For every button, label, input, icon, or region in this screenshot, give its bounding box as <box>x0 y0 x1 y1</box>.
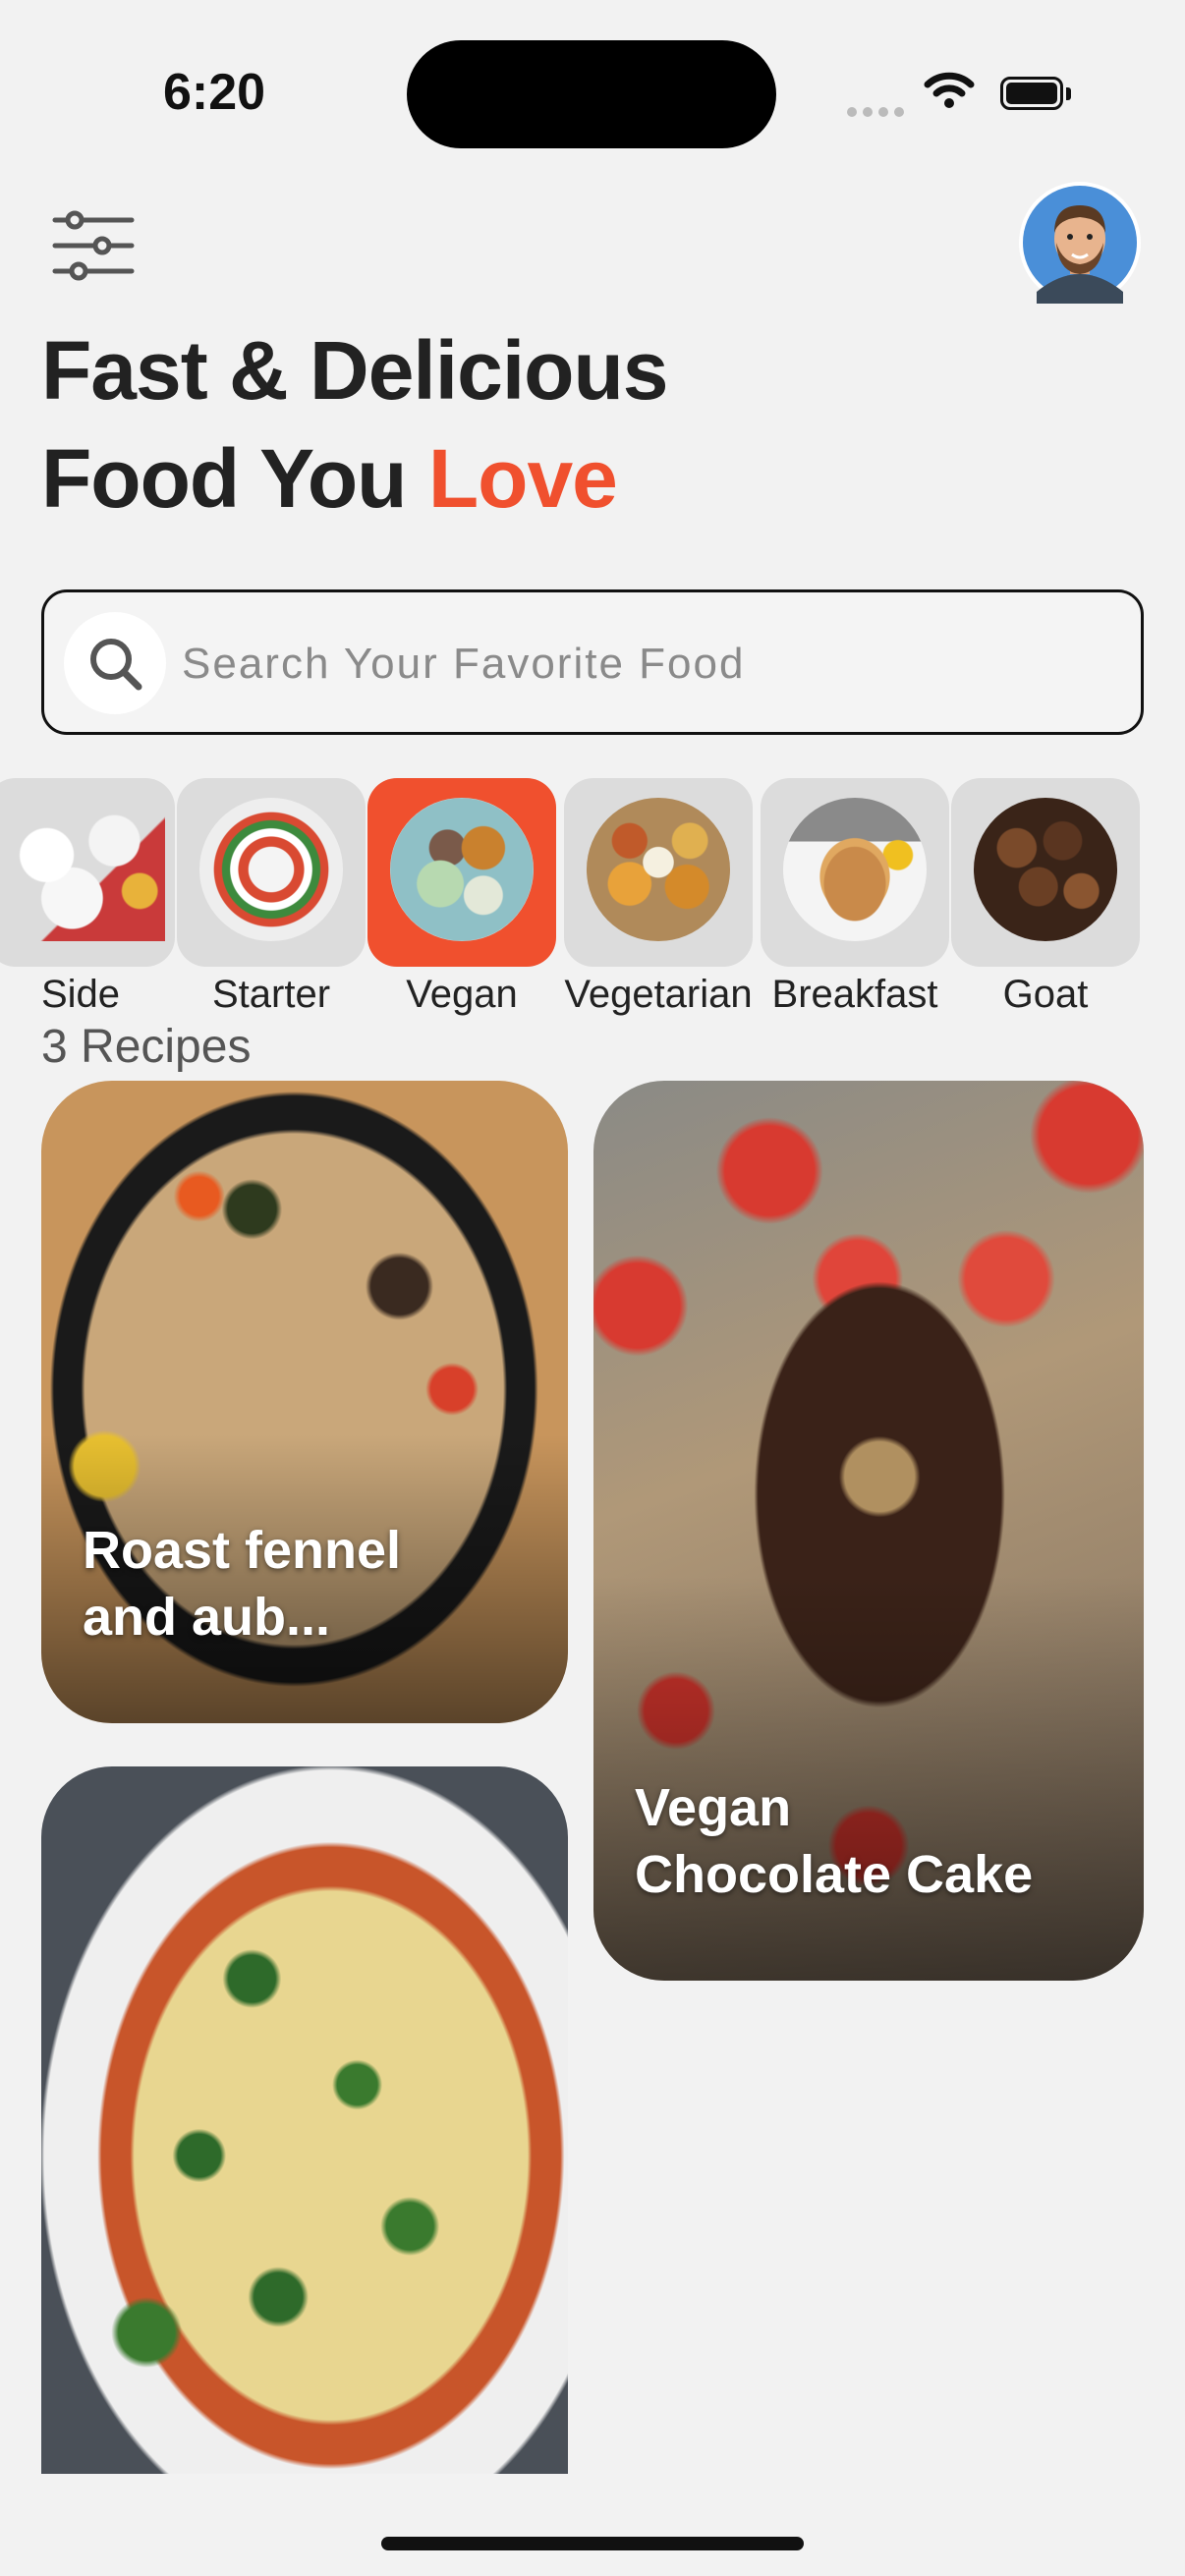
vegetarian-dish-image <box>587 798 730 941</box>
signal-dots-icon <box>847 104 910 122</box>
recipe-count: 3 Recipes <box>41 1021 252 1073</box>
profile-avatar[interactable] <box>1019 182 1141 304</box>
side-dish-image <box>0 798 165 941</box>
category-label: Goat <box>1002 973 1089 1016</box>
search-input[interactable] <box>180 622 1117 706</box>
category-starter[interactable]: Starter <box>177 778 366 1017</box>
search-bar[interactable] <box>41 589 1144 735</box>
category-label: Vegan <box>406 973 518 1016</box>
breakfast-dish-image <box>783 798 927 941</box>
category-tile <box>951 778 1140 967</box>
goat-dish-image <box>974 798 1117 941</box>
recipe-title-line-1: Roast fennel <box>83 1521 402 1580</box>
title-accent: Love <box>427 432 618 525</box>
recipe-card[interactable]: Roast fennel and aub... <box>41 1081 568 1723</box>
status-time: 6:20 <box>163 64 266 121</box>
category-goat[interactable]: Goat <box>951 778 1140 1017</box>
recipe-card[interactable] <box>41 1766 568 2474</box>
category-label: Breakfast <box>771 973 938 1016</box>
recipe-title-line-2: Chocolate Cake <box>635 1845 1034 1904</box>
category-vegetarian[interactable]: Vegetarian <box>564 778 753 1017</box>
recipe-title: Vegan Chocolate Cake <box>635 1774 1033 1908</box>
wifi-icon <box>924 72 975 108</box>
category-label: Vegetarian <box>564 973 753 1016</box>
bearded-man-avatar <box>1023 186 1137 304</box>
category-tile-selected <box>367 778 556 967</box>
category-label: Starter <box>211 973 331 1016</box>
category-breakfast[interactable]: Breakfast <box>761 778 949 1017</box>
category-tile <box>177 778 366 967</box>
title-line-2: Food You Love <box>41 424 668 532</box>
battery-icon <box>1000 77 1073 114</box>
recipe-title-line-2: and aub... <box>83 1588 331 1647</box>
category-side[interactable]: Side <box>0 778 175 1017</box>
category-tile <box>0 778 175 967</box>
search-button[interactable] <box>64 612 166 714</box>
starter-dish-image <box>199 798 343 941</box>
page-title: Fast & Delicious Food You Love <box>41 316 669 532</box>
vegan-dish-image <box>390 798 534 941</box>
home-indicator[interactable] <box>381 2537 804 2550</box>
dynamic-island <box>407 40 776 148</box>
recipe-card[interactable]: Vegan Chocolate Cake <box>593 1081 1144 1981</box>
category-label: Side <box>40 973 121 1016</box>
category-tile <box>761 778 949 967</box>
sliders-icon <box>52 210 135 281</box>
recipe-title: Roast fennel and aub... <box>83 1517 401 1651</box>
title-line-2-prefix: Food You <box>41 432 428 525</box>
recipe-title-line-1: Vegan <box>635 1778 792 1837</box>
title-line-1: Fast & Delicious <box>41 324 669 417</box>
recipe-image <box>41 1766 568 2474</box>
search-icon <box>90 639 142 691</box>
filter-button[interactable] <box>49 206 138 285</box>
category-vegan[interactable]: Vegan <box>367 778 556 1017</box>
category-tile <box>564 778 753 967</box>
